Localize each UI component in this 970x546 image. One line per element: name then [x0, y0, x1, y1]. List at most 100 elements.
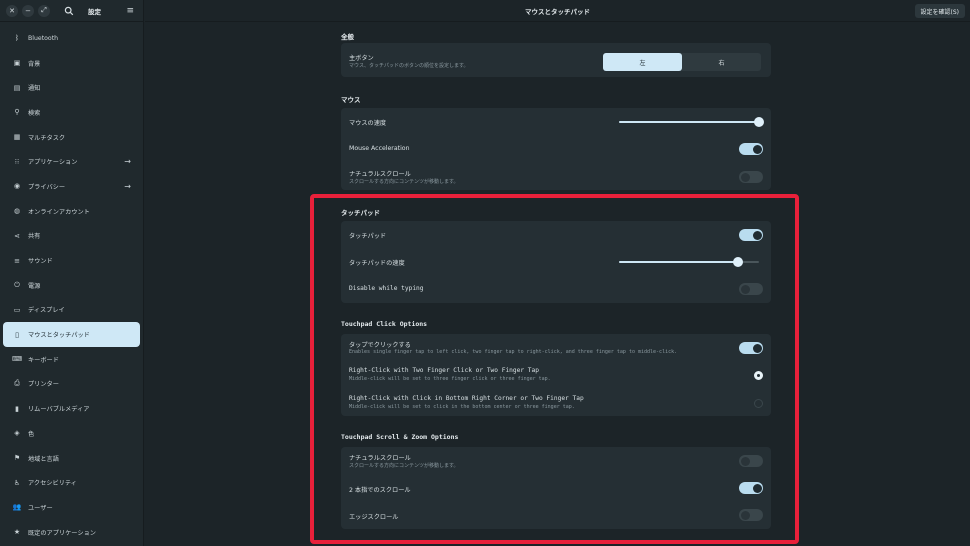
mouse-natural-scroll-toggle[interactable]: [739, 171, 763, 183]
sidebar-item[interactable]: ▭ ディスプレイ: [3, 298, 140, 323]
share-icon: ⋖: [14, 231, 20, 240]
right-button-option[interactable]: 右: [682, 53, 761, 71]
corner-right-click-sub: Middle-click will be set to click in the…: [349, 404, 575, 410]
arrow-right-icon: →: [124, 157, 131, 167]
sidebar-item[interactable]: ⎙ プリンター: [3, 372, 140, 397]
nav-list: ᛒ Bluetooth ▣ 背景 ▤ 通知 ⚲ 検索 ▦ マルチタスク ⁝⁝ アプリケーション → ◉ プラ…: [0, 22, 143, 544]
notification-icon: ▤: [13, 83, 21, 92]
mouse-natural-scroll-sub: スクロールする方向にコンテンツが移動します。: [349, 179, 459, 185]
sidebar-item-label: オンラインアカウント: [28, 208, 90, 216]
accessibility-icon: ♿: [13, 478, 21, 487]
sidebar-item-label: 背景: [28, 60, 41, 68]
sidebar-item-label: キーボード: [28, 356, 59, 364]
sidebar: ✕ − ⤢ 設定 ≡ ᛒ Bluetooth ▣ 背景 ▤ 通知 ⚲ 検索 ▦ マルチタスク ⁝⁝ ア…: [0, 0, 144, 546]
sidebar-item[interactable]: ◉ プライバシー →: [3, 174, 140, 199]
sidebar-item-label: 電源: [28, 282, 41, 290]
sidebar-item[interactable]: ⋖ 共有: [3, 224, 140, 249]
sidebar-item-label: プリンター: [28, 381, 59, 389]
corner-right-click-radio[interactable]: [754, 399, 763, 408]
mouse-speed-slider[interactable]: [619, 117, 764, 127]
sidebar-item[interactable]: ⁝⁝ アプリケーション →: [3, 149, 140, 174]
touchpad-toggle[interactable]: [739, 229, 763, 241]
left-button-option[interactable]: 左: [603, 53, 682, 71]
click-options-card: タップでクリックする Enables single finger tap to …: [341, 334, 771, 416]
touchpad-speed-fill: [619, 261, 738, 263]
keyboard-icon: ⌨: [11, 355, 23, 364]
sidebar-item-label: マウスとタッチパッド: [28, 332, 90, 340]
disable-while-typing-toggle[interactable]: [739, 283, 763, 295]
printer-icon: ⎙: [14, 379, 20, 388]
sidebar-item-label: 検索: [28, 109, 41, 117]
sidebar-item-label: 色: [28, 430, 35, 438]
touchpad-label: タッチパッド: [349, 233, 387, 240]
sidebar-item-label: マルチタスク: [28, 134, 66, 142]
touchpad-speed-slider[interactable]: [619, 257, 759, 267]
sidebar-item[interactable]: ◈ 色: [3, 421, 140, 446]
maximize-icon[interactable]: ⤢: [38, 4, 50, 17]
sidebar-item[interactable]: ᛒ Bluetooth: [3, 26, 140, 51]
sidebar-item-label: アクセシビリティ: [28, 480, 77, 488]
two-finger-scroll-label: 2 本指でのスクロール: [349, 487, 411, 494]
bluetooth-icon: ᛒ: [14, 34, 20, 43]
sidebar-item[interactable]: ▣ 背景: [3, 51, 140, 76]
sidebar-item-label: 共有: [28, 233, 41, 241]
search-icon[interactable]: [64, 6, 74, 16]
touchpad-natural-scroll-sub: スクロールする方向にコンテンツが移動します。: [349, 463, 459, 469]
sidebar-item[interactable]: ▤ 通知: [3, 75, 140, 100]
sidebar-item-label: 既定のアプリケーション: [28, 529, 96, 537]
online-accounts-icon: ◍: [13, 207, 21, 216]
removable-media-icon: ▮: [15, 404, 19, 413]
tap-to-click-sub: Enables single finger tap to left click,…: [349, 349, 678, 355]
two-finger-right-click-radio[interactable]: [754, 371, 763, 380]
main-panel: マウスとタッチパッド 設定を確認(S) 全般 主ボタン マウス、タッチパッドのボ…: [145, 0, 970, 546]
region-icon: ⚑: [13, 454, 21, 463]
tap-to-click-toggle[interactable]: [739, 342, 763, 354]
sidebar-item[interactable]: ≡ サウンド: [3, 248, 140, 273]
touchpad-speed-knob[interactable]: [733, 257, 743, 267]
sidebar-header: ✕ − ⤢ 設定 ≡: [0, 0, 143, 22]
sidebar-item[interactable]: ⚲ 検索: [3, 100, 140, 125]
sidebar-item[interactable]: ▦ マルチタスク: [3, 125, 140, 150]
touchpad-natural-scroll-toggle[interactable]: [739, 455, 763, 467]
sidebar-item[interactable]: 👥 ユーザー: [3, 495, 140, 520]
sidebar-item[interactable]: ♿ アクセシビリティ: [3, 470, 140, 495]
touchpad-speed-label: タッチパッドの速度: [349, 260, 405, 267]
section-title-general: 全般: [341, 33, 354, 41]
section-title-touchpad: タッチパッド: [341, 209, 380, 217]
sidebar-item-label: アプリケーション: [28, 159, 78, 167]
mouse-acceleration-toggle[interactable]: [739, 143, 763, 155]
scroll-options-card: ナチュラルスクロール スクロールする方向にコンテンツが移動します。 2 本指での…: [341, 447, 771, 529]
two-finger-scroll-toggle[interactable]: [739, 482, 763, 494]
privacy-icon: ◉: [13, 182, 21, 191]
hamburger-menu-icon[interactable]: ≡: [126, 6, 134, 16]
tap-to-click-label: タップでクリックする: [349, 342, 411, 349]
sidebar-item[interactable]: ⚑ 地域と言語: [3, 446, 140, 471]
disable-while-typing-label: Disable while typing: [349, 285, 424, 292]
sidebar-item-label: 通知: [28, 85, 41, 93]
corner-right-click-label: Right-Click with Click in Bottom Right C…: [349, 395, 584, 402]
minimize-icon[interactable]: −: [22, 4, 34, 17]
window-title: マウスとタッチパッド: [525, 7, 590, 16]
sidebar-item[interactable]: ⌨ キーボード: [3, 347, 140, 372]
sidebar-item[interactable]: ★ 既定のアプリケーション: [3, 520, 140, 545]
display-icon: ▭: [13, 305, 21, 314]
section-title-click-options: Touchpad Click Options: [341, 320, 428, 328]
users-icon: 👥: [12, 503, 22, 512]
sidebar-item[interactable]: ▯ マウスとタッチパッド: [3, 322, 140, 347]
confirm-settings-button[interactable]: 設定を確認(S): [914, 4, 965, 18]
mouse-speed-knob[interactable]: [754, 117, 764, 127]
touchpad-card: タッチパッド タッチパッドの速度 Disable while typing: [341, 221, 771, 303]
topbar: マウスとタッチパッド 設定を確認(S): [145, 0, 970, 22]
mouse-acceleration-label: Mouse Acceleration: [349, 145, 410, 152]
sidebar-item[interactable]: ⏻ 電源: [3, 273, 140, 298]
section-title-mouse: マウス: [341, 96, 361, 104]
close-icon[interactable]: ✕: [6, 4, 18, 17]
two-finger-right-click-sub: Middle-click will be set to three finger…: [349, 376, 551, 382]
power-icon: ⏻: [14, 280, 20, 289]
edge-scroll-toggle[interactable]: [739, 509, 763, 521]
sidebar-item[interactable]: ▮ リムーバブルメディア: [3, 396, 140, 421]
mouse-speed-label: マウスの速度: [349, 120, 387, 127]
edge-scroll-label: エッジスクロール: [349, 514, 399, 521]
background-icon: ▣: [13, 59, 21, 68]
sidebar-item[interactable]: ◍ オンラインアカウント: [3, 199, 140, 224]
